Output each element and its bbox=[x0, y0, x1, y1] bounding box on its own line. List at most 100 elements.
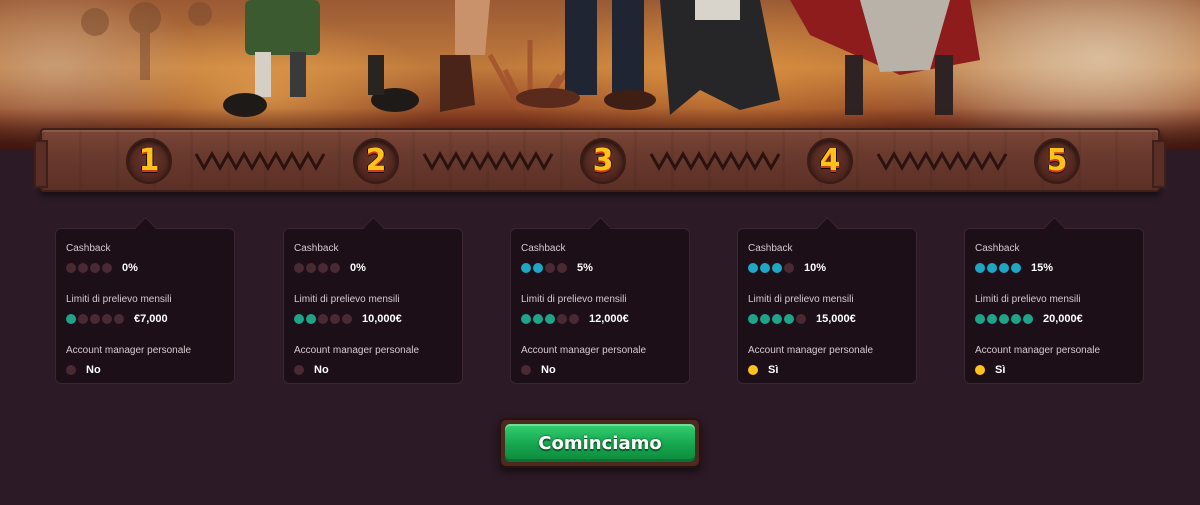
withdraw-limit-label: Limiti di prelievo mensili bbox=[294, 294, 400, 305]
stitch-divider bbox=[422, 150, 554, 172]
level-dot-empty bbox=[557, 314, 567, 324]
level-badge-5: 5 bbox=[1034, 138, 1080, 184]
account-manager-dot bbox=[521, 365, 531, 375]
withdraw-limit-row: 10,000€ bbox=[294, 313, 452, 325]
level-dot-filled bbox=[975, 365, 985, 375]
tier-card-4: Cashback 10% Limiti di prelievo mensili … bbox=[737, 228, 917, 384]
account-manager-row: No bbox=[521, 364, 679, 376]
level-badge-1: 1 bbox=[126, 138, 172, 184]
account-manager-value: No bbox=[86, 364, 101, 376]
level-dot-filled bbox=[306, 314, 316, 324]
level-dot-empty bbox=[330, 314, 340, 324]
withdraw-limit-dots bbox=[748, 314, 806, 324]
cashback-label: Cashback bbox=[748, 243, 793, 254]
cashback-row: 0% bbox=[294, 262, 452, 274]
cashback-label: Cashback bbox=[294, 243, 339, 254]
level-badge-3: 3 bbox=[580, 138, 626, 184]
account-manager-row: Sì bbox=[975, 364, 1133, 376]
level-dot-filled bbox=[772, 314, 782, 324]
cta-frame: Cominciamo bbox=[499, 418, 701, 468]
level-dot-empty bbox=[569, 314, 579, 324]
level-dot-filled bbox=[521, 314, 531, 324]
level-dot-filled bbox=[760, 314, 770, 324]
level-dot-filled bbox=[987, 263, 997, 273]
start-button-label: Cominciamo bbox=[538, 432, 662, 454]
level-dot-empty bbox=[90, 263, 100, 273]
cashback-label: Cashback bbox=[975, 243, 1020, 254]
withdraw-limit-value: 15,000€ bbox=[816, 313, 856, 325]
cashback-dots bbox=[975, 263, 1021, 273]
level-dot-empty bbox=[784, 263, 794, 273]
level-dot-filled bbox=[533, 263, 543, 273]
level-dot-empty bbox=[796, 314, 806, 324]
account-manager-label: Account manager personale bbox=[975, 345, 1101, 356]
withdraw-limit-value: 12,000€ bbox=[589, 313, 629, 325]
account-manager-label: Account manager personale bbox=[66, 345, 192, 356]
level-dot-filled bbox=[748, 365, 758, 375]
cashback-value: 0% bbox=[350, 262, 366, 274]
level-badge-4: 4 bbox=[807, 138, 853, 184]
level-dot-filled bbox=[1023, 314, 1033, 324]
level-dot-filled bbox=[975, 314, 985, 324]
level-dot-filled bbox=[521, 263, 531, 273]
account-manager-label: Account manager personale bbox=[521, 345, 647, 356]
level-dot-filled bbox=[999, 314, 1009, 324]
level-dot-filled bbox=[1011, 263, 1021, 273]
withdraw-limit-row: €7,000 bbox=[66, 313, 224, 325]
level-dot-empty bbox=[66, 365, 76, 375]
account-manager-dot bbox=[975, 365, 985, 375]
level-dot-empty bbox=[521, 365, 531, 375]
cashback-value: 0% bbox=[122, 262, 138, 274]
cashback-value: 10% bbox=[804, 262, 827, 274]
account-manager-value: No bbox=[314, 364, 329, 376]
cashback-row: 15% bbox=[975, 262, 1133, 274]
level-dot-empty bbox=[114, 314, 124, 324]
level-dot-filled bbox=[987, 314, 997, 324]
withdraw-limit-label: Limiti di prelievo mensili bbox=[748, 294, 854, 305]
account-manager-value: No bbox=[541, 364, 556, 376]
level-dot-empty bbox=[102, 263, 112, 273]
withdraw-limit-row: 12,000€ bbox=[521, 313, 679, 325]
cashback-row: 10% bbox=[748, 262, 906, 274]
level-dot-filled bbox=[975, 263, 985, 273]
withdraw-limit-dots bbox=[66, 314, 124, 324]
withdraw-limit-label: Limiti di prelievo mensili bbox=[975, 294, 1081, 305]
account-manager-row: Sì bbox=[748, 364, 906, 376]
withdraw-limit-value: 20,000€ bbox=[1043, 313, 1083, 325]
level-dot-empty bbox=[318, 263, 328, 273]
withdraw-limit-dots bbox=[294, 314, 352, 324]
level-progress-plank: 1 2 3 4 5 bbox=[34, 128, 1166, 192]
level-dot-filled bbox=[66, 314, 76, 324]
level-dot-filled bbox=[294, 314, 304, 324]
tier-card-5: Cashback 15% Limiti di prelievo mensili … bbox=[964, 228, 1144, 384]
level-dot-empty bbox=[294, 365, 304, 375]
level-number: 4 bbox=[819, 143, 841, 178]
level-dot-empty bbox=[306, 263, 316, 273]
cashback-dots bbox=[294, 263, 340, 273]
level-dot-filled bbox=[784, 314, 794, 324]
cashback-dots bbox=[66, 263, 112, 273]
stitch-divider bbox=[876, 150, 1008, 172]
start-button[interactable]: Cominciamo bbox=[505, 424, 695, 462]
account-manager-row: No bbox=[294, 364, 452, 376]
level-dot-empty bbox=[78, 263, 88, 273]
withdraw-limit-row: 20,000€ bbox=[975, 313, 1133, 325]
level-dot-empty bbox=[102, 314, 112, 324]
cashback-dots bbox=[748, 263, 794, 273]
level-dot-empty bbox=[66, 263, 76, 273]
level-dot-empty bbox=[90, 314, 100, 324]
account-manager-row: No bbox=[66, 364, 224, 376]
tier-card-3: Cashback 5% Limiti di prelievo mensili 1… bbox=[510, 228, 690, 384]
account-manager-label: Account manager personale bbox=[294, 345, 420, 356]
level-dot-empty bbox=[545, 263, 555, 273]
level-dot-empty bbox=[557, 263, 567, 273]
level-badge-2: 2 bbox=[353, 138, 399, 184]
level-dot-filled bbox=[748, 263, 758, 273]
level-dot-filled bbox=[999, 263, 1009, 273]
withdraw-limit-row: 15,000€ bbox=[748, 313, 906, 325]
cashback-label: Cashback bbox=[521, 243, 566, 254]
level-number: 5 bbox=[1046, 143, 1068, 178]
level-dot-empty bbox=[318, 314, 328, 324]
account-manager-value: Sì bbox=[995, 364, 1006, 376]
level-number: 1 bbox=[138, 143, 160, 178]
